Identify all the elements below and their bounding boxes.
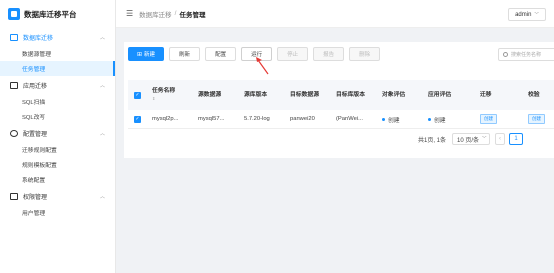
prev-page-button[interactable]: ‹ xyxy=(495,133,506,145)
chevron-down-icon: ﹀ xyxy=(534,11,539,17)
column-header: 应用评估 xyxy=(428,92,452,98)
column-header: 对象评估 xyxy=(382,92,406,98)
menu-group-config[interactable]: 配置管理 ︿ xyxy=(0,124,115,142)
column-header: 源库版本 xyxy=(244,92,268,98)
chevron-up-icon: ︿ xyxy=(99,82,105,89)
table-row[interactable]: ✓ mysql2p... mysql57... 5.7.20-log panwe… xyxy=(128,110,554,129)
app-icon xyxy=(10,81,18,89)
sidebar-item-datasource[interactable]: 数据源管理 xyxy=(0,46,115,61)
sidebar-item-sql-scan[interactable]: SQL扫描 xyxy=(0,94,115,109)
status-badge: 创建 xyxy=(528,114,545,124)
chevron-up-icon: ︿ xyxy=(99,34,105,41)
select-all-checkbox[interactable]: ✓ xyxy=(134,91,141,99)
config-button[interactable]: 配置 xyxy=(205,47,237,61)
page-number[interactable]: 1 xyxy=(509,133,524,145)
sidebar-item-users[interactable]: 用户管理 xyxy=(0,205,115,220)
lock-icon xyxy=(10,192,18,200)
sidebar-item-tasks[interactable]: 任务管理 xyxy=(0,61,115,76)
toolbar: ⊞ 新建 刷新 配置 运行 停止 报告 删除 xyxy=(128,46,385,62)
app-title: 数据库迁移平台 xyxy=(24,9,77,19)
menu-group-permissions[interactable]: 权限管理 ︿ xyxy=(0,187,115,205)
breadcrumb-parent[interactable]: 数据库迁移 xyxy=(139,9,172,19)
target-cell: panwei20 xyxy=(290,116,315,122)
topbar: ☰ 数据库迁移 / 任务管理 admin ﹀ xyxy=(116,0,554,28)
chevron-up-icon: ︿ xyxy=(99,193,105,200)
app-logo: 数据库迁移平台 xyxy=(0,0,115,28)
status-dot xyxy=(428,118,431,122)
run-button[interactable]: 运行 xyxy=(241,47,273,61)
app-eval-cell: 创建 xyxy=(425,115,477,124)
column-header: 迁移 xyxy=(480,92,492,98)
menu-group-db-migration[interactable]: 数据库迁移 ︿ xyxy=(0,28,115,46)
new-button[interactable]: ⊞ 新建 xyxy=(128,47,165,61)
menu-collapse-icon[interactable]: ☰ xyxy=(126,9,133,18)
chevron-up-icon: ︿ xyxy=(99,130,105,137)
refresh-button[interactable]: 刷新 xyxy=(169,47,201,61)
plus-icon: ⊞ xyxy=(137,51,143,58)
breadcrumb-current: 任务管理 xyxy=(179,11,206,19)
search-placeholder: 搜索任务名称 xyxy=(511,52,542,58)
sort-icon[interactable]: ⇕ xyxy=(152,95,195,103)
logo-icon xyxy=(8,8,20,20)
username: admin xyxy=(515,11,532,18)
column-header[interactable]: 任务名称 ⇕ xyxy=(149,87,195,103)
sidebar-item-sql-rewrite[interactable]: SQL改写 xyxy=(0,109,115,124)
pagination: 共1页, 1条 10 页/条 ﹀ ‹ 1 xyxy=(418,133,524,145)
sidebar-item-migration-rules[interactable]: 迁移规则配置 xyxy=(0,142,115,157)
menu-group-app-migration[interactable]: 应用迁移 ︿ xyxy=(0,76,115,94)
database-icon xyxy=(10,33,18,41)
status-dot xyxy=(382,118,385,122)
column-header: 目标数据源 xyxy=(290,92,319,98)
target-version-cell: (PanWei... xyxy=(336,116,363,122)
page-size-select[interactable]: 10 页/条 ﹀ xyxy=(452,133,491,145)
table-header: ✓ 任务名称 ⇕ 源数据源 源库版本 目标数据源 目标库版本 对象评估 应用评估… xyxy=(128,80,554,110)
row-checkbox[interactable]: ✓ xyxy=(134,115,141,123)
sidebar-item-rule-templates[interactable]: 规则模板配置 xyxy=(0,157,115,172)
task-name-cell[interactable]: mysql2p... xyxy=(149,116,195,122)
delete-button[interactable]: 删除 xyxy=(349,47,381,61)
object-eval-cell: 创建 xyxy=(379,115,425,124)
source-cell: mysql57... xyxy=(198,116,225,122)
report-button[interactable]: 报告 xyxy=(313,47,345,61)
verify-cell: 创建 xyxy=(525,114,554,124)
search-input[interactable]: 搜索任务名称 xyxy=(498,48,554,61)
user-menu[interactable]: admin ﹀ xyxy=(508,8,546,21)
sidebar: 数据库迁移平台 数据库迁移 ︿ 数据源管理 任务管理 应用迁移 ︿ SQL扫描 … xyxy=(0,0,116,273)
column-header: 校验 xyxy=(528,92,540,98)
sidebar-item-system-config[interactable]: 系统配置 xyxy=(0,172,115,187)
task-panel: ⊞ 新建 刷新 配置 运行 停止 报告 删除 搜索任务名称 ✓ 任务名称 ⇕ 源… xyxy=(124,42,554,158)
breadcrumb-separator: / xyxy=(174,10,177,17)
gear-icon xyxy=(10,129,18,137)
chevron-down-icon: ﹀ xyxy=(482,136,487,141)
source-version-cell: 5.7.20-log xyxy=(244,116,270,122)
column-header: 目标库版本 xyxy=(336,92,365,98)
status-badge: 创建 xyxy=(480,114,497,124)
migrate-cell: 创建 xyxy=(477,114,525,124)
pagination-total: 共1页, 1条 xyxy=(418,137,447,144)
search-icon xyxy=(503,52,508,57)
stop-button[interactable]: 停止 xyxy=(277,47,309,61)
task-table: ✓ 任务名称 ⇕ 源数据源 源库版本 目标数据源 目标库版本 对象评估 应用评估… xyxy=(128,80,554,129)
column-header: 源数据源 xyxy=(198,92,222,98)
